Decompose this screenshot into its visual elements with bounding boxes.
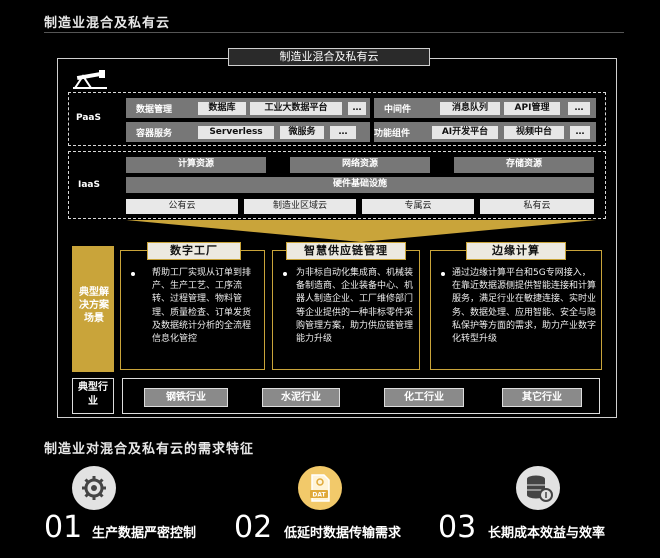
industry-chemical: 化工行业 [384, 388, 464, 407]
bullet [441, 272, 445, 276]
public-cloud: 公有云 [126, 199, 238, 214]
network-resource: 网络资源 [290, 157, 430, 173]
chip-more: … [330, 126, 356, 139]
feature-number-03: 03 [438, 510, 477, 545]
chip-api-management: API管理 [504, 102, 560, 115]
chip-database: 数据库 [198, 102, 246, 115]
funnel-arrow [126, 220, 596, 242]
function-component-label: 功能组件 [374, 129, 411, 139]
industry-label: 典型行业 [78, 382, 108, 407]
oil-pump-icon [73, 70, 107, 89]
feature-number-02: 02 [234, 510, 273, 545]
paas-label: PaaS [76, 113, 101, 123]
chip-microservice: 微服务 [280, 126, 324, 139]
industry-other: 其它行业 [502, 388, 582, 407]
chip-more: … [570, 126, 590, 139]
dat-file-icon: DAT [298, 466, 342, 510]
dedicated-cloud: 专属云 [362, 199, 474, 214]
storage-resource: 存储资源 [454, 157, 594, 173]
panel-edge-computing-title: 边缘计算 [466, 242, 566, 260]
chip-serverless: Serverless [198, 126, 274, 139]
bullet [283, 272, 287, 276]
industry-cement: 水泥行业 [262, 388, 340, 407]
hardware-infrastructure: 硬件基础设施 [126, 177, 594, 193]
compute-resource: 计算资源 [126, 157, 266, 173]
feature-text-01: 生产数据严密控制 [92, 526, 197, 541]
panel-supply-chain-title: 智慧供应链管理 [286, 242, 406, 260]
chip-industrial-bigdata: 工业大数据平台 [250, 102, 342, 115]
industry-steel: 钢铁行业 [144, 388, 228, 407]
database-icon [516, 466, 560, 510]
svg-text:DAT: DAT [312, 492, 326, 499]
container-service-label: 容器服务 [136, 129, 173, 139]
chip-video-platform: 视频中台 [504, 126, 564, 139]
feature-text-02: 低延时数据传输需求 [284, 526, 402, 541]
panel-edge-computing-text: 通过边缘计算平台和5G专网接入，在靠近数据源侧提供智能连接和计算服务，满足行业在… [452, 268, 597, 345]
manufacturing-regional-cloud: 制造业区域云 [244, 199, 356, 214]
panel-digital-factory-title: 数字工厂 [147, 242, 241, 260]
panel-supply-chain-text: 为非标自动化集成商、机械装备制造商、企业装备中心、机器人制造企业、工厂维修部门等… [296, 268, 414, 345]
section2-title: 制造业对混合及私有云的需求特征 [44, 442, 255, 457]
private-cloud: 私有云 [480, 199, 594, 214]
diagram-title: 制造业混合及私有云 [228, 48, 430, 66]
chip-more: … [568, 102, 590, 115]
chip-message-queue: 消息队列 [440, 102, 500, 115]
panel-digital-factory-text: 帮助工厂实现从订单到排产、生产工艺、工序流转、过程管理、物料管理、质量检查、订单… [152, 268, 252, 345]
feature-number-01: 01 [44, 510, 83, 545]
feature-text-03: 长期成本效益与效率 [488, 526, 606, 541]
data-management-label: 数据管理 [136, 105, 173, 115]
chip-ai-platform: AI开发平台 [432, 126, 498, 139]
section-title: 制造业混合及私有云 [44, 16, 171, 31]
iaas-label: IaaS [78, 180, 100, 190]
middleware-label: 中间件 [384, 105, 412, 115]
scenario-label: 典型解决方案场景 [79, 287, 109, 324]
chip-more: … [348, 102, 366, 115]
section-divider [44, 32, 624, 33]
bullet [131, 272, 135, 276]
gear-icon [72, 466, 116, 510]
